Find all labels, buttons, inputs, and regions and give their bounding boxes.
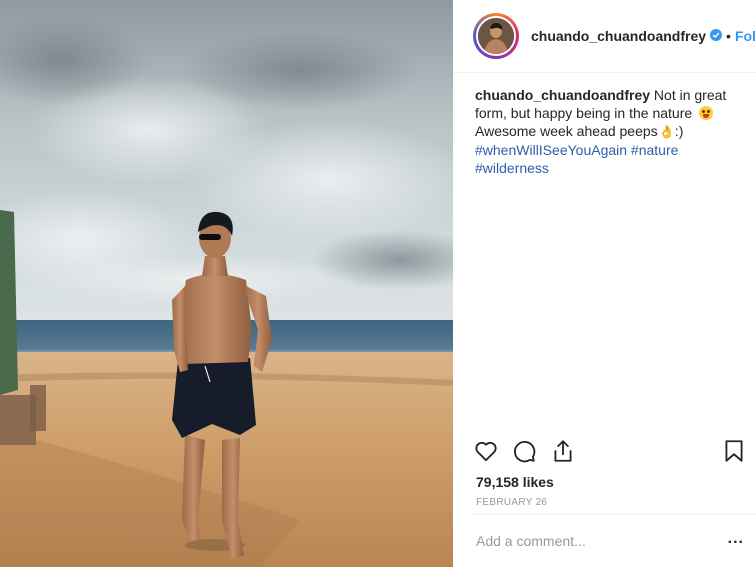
comment-icon[interactable] — [511, 438, 539, 466]
instagram-post: chuando_chuandoandfrey • Follow chuando_… — [0, 0, 756, 567]
caption-smile: :) — [674, 123, 684, 139]
hashtag-link[interactable]: #wilderness — [475, 160, 549, 176]
avatar-image — [476, 16, 516, 56]
post-date[interactable]: FEBRUARY 26 — [476, 497, 547, 508]
post-actions — [473, 438, 748, 468]
header-username[interactable]: chuando_chuandoandfrey — [531, 28, 706, 44]
caption-username[interactable]: chuando_chuandoandfrey — [475, 87, 650, 103]
avatar-photo-icon — [478, 18, 514, 54]
post-caption: chuando_chuandoandfrey Not in great form… — [475, 86, 750, 177]
comment-bar: ... — [473, 514, 756, 567]
beach-photo — [0, 0, 453, 567]
likes-count[interactable]: 79,158 likes — [476, 474, 554, 490]
ok-hand-emoji-icon: 👌 — [658, 124, 675, 139]
hashtag-link[interactable]: #nature — [631, 142, 678, 158]
comment-input[interactable] — [473, 533, 703, 549]
hashtag-link[interactable]: #whenWillISeeYouAgain — [475, 142, 627, 158]
caption-text-2: Awesome week ahead peeps — [475, 123, 658, 139]
follow-button[interactable]: Follow — [735, 28, 756, 44]
more-options-icon[interactable]: ... — [728, 531, 744, 547]
separator-dot: • — [726, 28, 731, 44]
avatar[interactable] — [473, 13, 519, 59]
bookmark-icon[interactable] — [721, 438, 749, 466]
post-side-panel: chuando_chuandoandfrey • Follow chuando_… — [453, 0, 756, 567]
heart-icon[interactable] — [473, 438, 501, 466]
post-photo[interactable] — [0, 0, 453, 567]
verified-badge-icon — [710, 28, 723, 44]
share-icon[interactable] — [550, 438, 578, 466]
post-header: chuando_chuandoandfrey • Follow — [453, 0, 756, 73]
winking-tongue-emoji-icon — [699, 106, 714, 120]
